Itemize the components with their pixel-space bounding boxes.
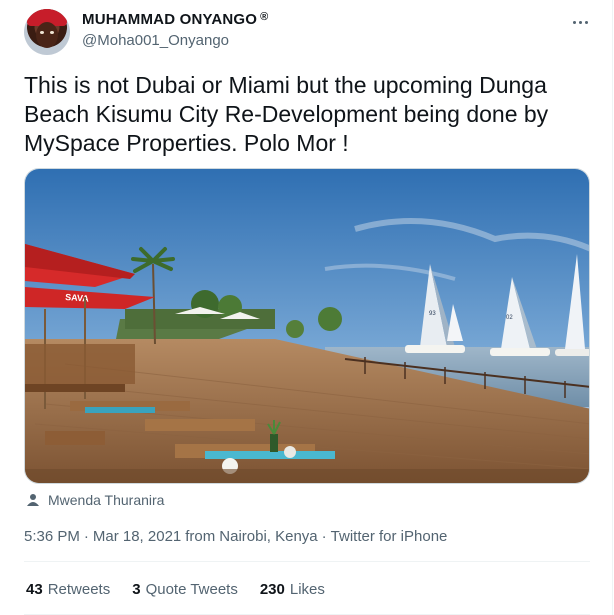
tweet-date[interactable]: Mar 18, 2021: [93, 528, 181, 545]
sail-number-1: 93: [429, 311, 436, 317]
image-credit-name: Mwenda Thuranira: [48, 492, 165, 508]
likes-label: Likes: [289, 581, 325, 598]
engagement-stats: 43 Retweets 3 Quote Tweets 230 Likes: [26, 581, 325, 598]
quote-tweets-count: 3: [132, 581, 141, 598]
tweet-text: This is not Dubai or Miami but the upcom…: [24, 72, 549, 156]
quote-tweets-stat[interactable]: 3 Quote Tweets: [132, 581, 238, 598]
retweets-count: 43: [26, 581, 43, 598]
person-icon: [27, 494, 39, 506]
registered-badge: ®: [260, 10, 269, 23]
retweets-label: Retweets: [47, 581, 111, 598]
meta-separator: ·: [83, 528, 89, 545]
meta-separator: ·: [321, 528, 327, 545]
location-prefix: from: [185, 528, 216, 545]
likes-count: 230: [259, 581, 285, 598]
tweet-client[interactable]: Twitter for iPhone: [331, 528, 448, 545]
tweet-card: MUHAMMAD ONYANGO ® @Moha001_Onyango This…: [0, 0, 613, 615]
divider: [24, 561, 590, 562]
tweet-meta: 5:36 PM · Mar 18, 2021 from Nairobi, Ken…: [24, 528, 447, 545]
author-name-row[interactable]: MUHAMMAD ONYANGO ®: [82, 10, 269, 29]
display-name[interactable]: MUHAMMAD ONYANGO: [82, 11, 257, 28]
tweet-time[interactable]: 5:36 PM: [24, 528, 80, 545]
retweets-stat[interactable]: 43 Retweets: [26, 581, 110, 598]
sail-number-2: 02: [506, 315, 513, 321]
more-horizontal-icon[interactable]: [568, 12, 592, 32]
quote-tweets-label: Quote Tweets: [145, 581, 238, 598]
tweet-image[interactable]: 93 02 SAVA: [24, 168, 590, 484]
image-credit[interactable]: Mwenda Thuranira: [26, 492, 164, 508]
marina-rendering: 93 02 SAVA: [25, 169, 589, 483]
tweet-location[interactable]: Nairobi, Kenya: [219, 528, 317, 545]
user-handle[interactable]: @Moha001_Onyango: [82, 32, 229, 49]
avatar[interactable]: [24, 9, 70, 55]
likes-stat[interactable]: 230 Likes: [260, 581, 325, 598]
